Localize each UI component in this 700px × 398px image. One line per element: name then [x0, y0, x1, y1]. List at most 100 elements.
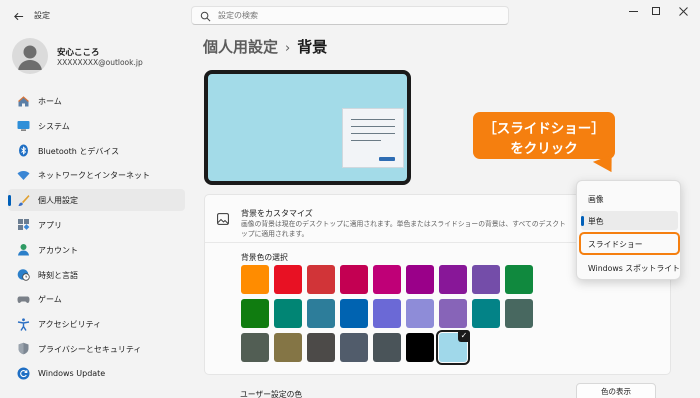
color-swatch[interactable]: [472, 299, 500, 328]
callout-line-1: ［スライドショー］: [483, 121, 605, 137]
sidebar-item-accessibility[interactable]: アクセシビリティ: [8, 313, 185, 335]
sidebar-item-label: ゲーム: [38, 295, 62, 305]
app-title: 設定: [34, 11, 50, 20]
customize-title: 背景をカスタマイズ: [241, 209, 313, 218]
color-swatch[interactable]: [406, 265, 434, 294]
sidebar-item-time-language[interactable]: 時刻と言語: [8, 264, 185, 286]
sidebar-item-label: システム: [38, 121, 70, 131]
background-type-dropdown: 画像 単色 スライドショー Windows スポットライト: [576, 180, 681, 280]
color-swatch[interactable]: [406, 333, 434, 362]
account-icon: [16, 243, 30, 257]
check-icon: ✓: [458, 330, 470, 342]
accessibility-icon: [16, 317, 30, 331]
color-swatch[interactable]: [439, 299, 467, 328]
sidebar-nav: ホーム システム Bluetooth とデバイス ネットワークとインターネット …: [8, 90, 185, 388]
color-swatch[interactable]: [241, 333, 269, 362]
shield-icon: [16, 342, 30, 356]
globe-clock-icon: [16, 268, 30, 282]
color-swatch[interactable]: [373, 333, 401, 362]
option-windows-spotlight[interactable]: Windows スポットライト: [581, 258, 680, 277]
color-swatch[interactable]: [340, 299, 368, 328]
color-swatch[interactable]: [307, 265, 335, 294]
color-swatch[interactable]: [505, 265, 533, 294]
color-swatch[interactable]: [373, 265, 401, 294]
color-swatch[interactable]: [274, 299, 302, 328]
color-swatch[interactable]: [439, 265, 467, 294]
brush-icon: [16, 193, 30, 207]
picture-icon: [217, 213, 229, 225]
option-slideshow[interactable]: スライドショー: [579, 232, 680, 255]
minimize-button[interactable]: [622, 4, 644, 18]
instruction-callout: ［スライドショー］ をクリック: [473, 112, 615, 159]
color-swatch[interactable]: [274, 265, 302, 294]
monitor-icon: [16, 119, 30, 133]
sidebar-item-privacy[interactable]: プライバシーとセキュリティ: [8, 338, 185, 360]
sidebar-item-label: アプリ: [38, 220, 62, 230]
color-swatch[interactable]: [241, 265, 269, 294]
gamepad-icon: [16, 292, 30, 306]
search-icon: [200, 11, 211, 22]
maximize-icon: [652, 7, 660, 15]
color-swatch[interactable]: [373, 299, 401, 328]
sidebar-item-windows-update[interactable]: Windows Update: [8, 363, 185, 385]
preview-button: [379, 157, 395, 161]
color-swatch[interactable]: [406, 299, 434, 328]
avatar[interactable]: [12, 38, 48, 74]
update-icon: [16, 367, 30, 381]
sidebar-item-network[interactable]: ネットワークとインターネット: [8, 164, 185, 186]
sidebar-item-personalization[interactable]: 個人用設定: [8, 189, 185, 212]
preview-window: [342, 108, 404, 168]
sidebar-item-label: ホーム: [38, 97, 62, 106]
breadcrumb: 個人用設定 › 背景: [203, 36, 327, 57]
color-swatch[interactable]: [505, 299, 533, 328]
customize-description: 画像の背景は現在のデスクトップに適用されます。単色またはスライドショーの背景は、…: [241, 220, 566, 238]
wifi-icon: [16, 168, 30, 182]
close-icon: [678, 6, 688, 16]
sidebar-item-label: Bluetooth とデバイス: [38, 146, 120, 156]
bluetooth-icon: [16, 144, 30, 158]
sidebar-item-label: ネットワークとインターネット: [38, 171, 150, 181]
color-swatch[interactable]: [472, 265, 500, 294]
maximize-button[interactable]: [645, 4, 667, 18]
user-email: XXXXXXXX@outlook.jp: [57, 58, 143, 67]
sidebar-item-label: アクセシビリティ: [38, 320, 102, 330]
back-arrow-icon: [13, 12, 23, 20]
sidebar-item-label: アカウント: [38, 245, 78, 255]
color-swatch[interactable]: ✓: [436, 330, 470, 365]
option-picture[interactable]: 画像: [581, 189, 678, 208]
close-button[interactable]: [672, 4, 694, 18]
sidebar-item-label: 個人用設定: [38, 196, 78, 206]
option-solid-color[interactable]: 単色: [581, 211, 678, 230]
sidebar-item-label: Windows Update: [38, 368, 106, 378]
title-bar: 設定: [0, 0, 700, 32]
color-swatch[interactable]: [241, 299, 269, 328]
home-icon: [16, 94, 30, 108]
sidebar-item-home[interactable]: ホーム: [8, 90, 185, 112]
user-name: 安心こころ: [57, 48, 100, 58]
sidebar-item-label: プライバシーとセキュリティ: [38, 344, 142, 354]
color-swatch[interactable]: [307, 299, 335, 328]
color-swatch[interactable]: [307, 333, 335, 362]
minimize-icon: [628, 10, 638, 12]
sidebar-item-gaming[interactable]: ゲーム: [8, 288, 185, 310]
color-swatch[interactable]: [274, 333, 302, 362]
user-avatar-icon: [18, 45, 42, 70]
breadcrumb-separator: ›: [285, 41, 291, 56]
sidebar-item-label: 時刻と言語: [38, 270, 78, 280]
color-swatch[interactable]: [340, 333, 368, 362]
show-color-button[interactable]: 色の表示: [576, 383, 656, 398]
breadcrumb-parent[interactable]: 個人用設定: [203, 38, 278, 56]
callout-line-2: をクリック: [510, 141, 578, 157]
desktop-preview: [204, 70, 411, 185]
custom-color-label: ユーザー設定の色: [240, 390, 303, 398]
apps-icon: [16, 218, 30, 232]
sidebar-item-bluetooth[interactable]: Bluetooth とデバイス: [8, 140, 185, 162]
sidebar-item-accounts[interactable]: アカウント: [8, 239, 185, 261]
sidebar-item-system[interactable]: システム: [8, 115, 185, 137]
sidebar-item-apps[interactable]: アプリ: [8, 214, 185, 236]
color-swatch[interactable]: [340, 265, 368, 294]
back-button[interactable]: [8, 6, 28, 26]
colors-label: 背景色の選択: [241, 253, 288, 262]
search-input[interactable]: [218, 9, 488, 22]
search-box[interactable]: [191, 6, 509, 25]
